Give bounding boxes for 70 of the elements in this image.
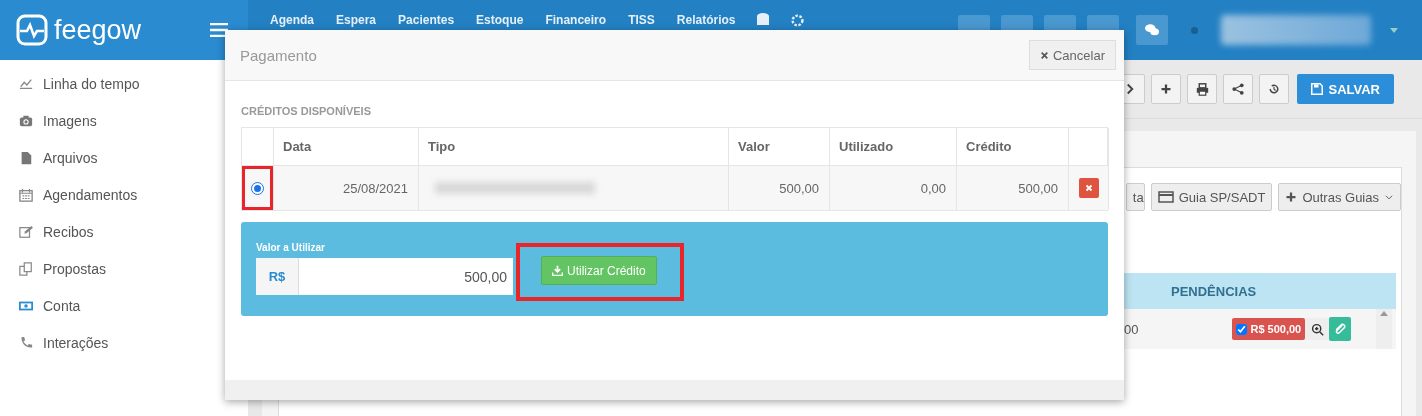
- nav-item[interactable]: Espera: [336, 13, 377, 27]
- dialog-title: Pagamento: [240, 46, 317, 64]
- checkbox[interactable]: [1236, 323, 1248, 335]
- share-icon: [1232, 83, 1245, 95]
- currency-addon: R$: [256, 258, 299, 295]
- scrollbar[interactable]: [1376, 309, 1393, 349]
- table-cell: 500,00: [729, 166, 830, 210]
- print-icon: [1195, 82, 1209, 96]
- sidebar-icon: [19, 224, 33, 239]
- radio-button[interactable]: [251, 181, 264, 195]
- section-title: CRÉDITOS DISPONÍVEIS: [241, 105, 372, 117]
- caret-icon[interactable]: [1390, 27, 1398, 33]
- plus-icon: [1285, 191, 1298, 203]
- menu-icon[interactable]: [210, 23, 228, 37]
- sidebar-item[interactable]: Recibos: [0, 213, 200, 250]
- sidebar-icon: [19, 150, 33, 165]
- cancel-button[interactable]: Cancelar: [1028, 40, 1116, 70]
- sidebar-icon: [19, 187, 33, 202]
- history-icon: [1268, 83, 1281, 95]
- chat-icon: [1145, 23, 1159, 37]
- download-icon: [552, 265, 563, 276]
- sidebar-item[interactable]: Linha do tempo: [0, 65, 200, 102]
- nav-item[interactable]: Estoque: [476, 13, 524, 27]
- sidebar-item[interactable]: Interações: [0, 324, 200, 361]
- zoom-button[interactable]: [1305, 318, 1330, 340]
- sidebar-item[interactable]: Conta: [0, 287, 200, 324]
- nav-item[interactable]: TISS: [628, 13, 655, 27]
- close-icon: [1039, 50, 1049, 60]
- chat-button[interactable]: [1136, 15, 1168, 45]
- sidebar-item[interactable]: Arquivos: [0, 139, 200, 176]
- field-label: Valor a Utilizar: [256, 242, 326, 253]
- plus-icon: [1160, 83, 1173, 95]
- nav-item[interactable]: Relatórios: [676, 13, 736, 27]
- save-icon: [1311, 83, 1324, 95]
- save-button[interactable]: SALVAR: [1297, 74, 1394, 104]
- delete-button[interactable]: [1078, 178, 1099, 198]
- arrow-up-icon[interactable]: [1379, 309, 1390, 319]
- add-button[interactable]: [1151, 74, 1182, 104]
- logo-icon: [16, 14, 48, 46]
- amount-field[interactable]: 500,00: [299, 258, 513, 295]
- print-button[interactable]: [1187, 74, 1218, 104]
- sidebar-item[interactable]: Propostas: [0, 250, 200, 287]
- sidebar-icon: [19, 335, 33, 350]
- sidebar-item[interactable]: Imagens: [0, 102, 200, 139]
- chevron-down-icon: [1384, 192, 1394, 202]
- amount-badge[interactable]: R$ 500,00: [1232, 318, 1306, 340]
- database-icon[interactable]: [757, 13, 770, 27]
- sidebar-icon: [19, 261, 33, 276]
- zoom-in-icon: [1310, 322, 1324, 336]
- guide-button[interactable]: Guia SP/SADT: [1150, 183, 1273, 211]
- sidebar-icon: [19, 113, 33, 128]
- sidebar-item[interactable]: Agendamentos: [0, 176, 200, 213]
- history-button[interactable]: [1259, 74, 1290, 104]
- table-cell: 00: [1124, 321, 1139, 337]
- close-icon: [1083, 183, 1094, 193]
- nav-item[interactable]: Pacientes: [398, 13, 455, 27]
- share-button[interactable]: [1223, 74, 1254, 104]
- card-icon: [1157, 189, 1174, 205]
- nav-item[interactable]: Agenda: [270, 13, 314, 27]
- table-cell: 500,00: [957, 166, 1069, 210]
- guide-button[interactable]: Outras Guias: [1278, 183, 1401, 211]
- status-dot: [1191, 26, 1198, 34]
- paperclip-icon: [1334, 323, 1347, 335]
- guide-button[interactable]: ta: [1125, 183, 1145, 211]
- sidebar-icon: [19, 76, 33, 91]
- brand-name: feegow: [54, 14, 142, 46]
- table-cell: 25/08/2021: [274, 166, 419, 210]
- settings-icon[interactable]: [791, 13, 805, 27]
- table-cell: 0,00: [830, 166, 957, 210]
- nav-item[interactable]: Financeiro: [545, 13, 607, 27]
